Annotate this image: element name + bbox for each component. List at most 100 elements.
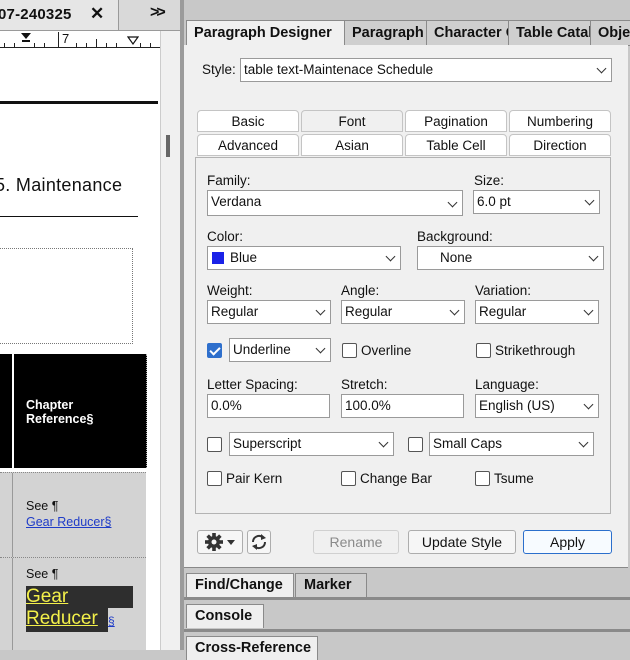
style-label: Style: [202, 62, 236, 77]
tab-paragraph-catalog[interactable]: Paragraph [344, 20, 427, 45]
stretch-value: 100.0% [345, 398, 391, 413]
link-end-marker: § [108, 614, 115, 628]
overline-label: Overline [361, 343, 412, 358]
size-label: Size: [474, 173, 505, 188]
subtab-numbering[interactable]: Numbering [509, 110, 611, 132]
subtab-basic[interactable]: Basic [197, 110, 299, 132]
change-bar-checkbox[interactable] [341, 471, 356, 486]
subtab-direction[interactable]: Direction [509, 134, 611, 156]
size-value: 6.0 pt [477, 194, 511, 209]
tab-table-catalog[interactable]: Table Catalog [508, 20, 591, 45]
cross-reference-link[interactable]: Gear Reducer§ [26, 515, 111, 529]
overflow-chevron-icon[interactable]: >> [150, 4, 166, 22]
color-swatch [212, 252, 224, 264]
underline-value: Underline [233, 342, 291, 357]
tsume-label: Tsume [494, 471, 534, 486]
superscript-value: Superscript [233, 436, 302, 451]
tsume-checkbox[interactable] [475, 471, 490, 486]
style-value: table text-Maintenace Schedule [244, 62, 434, 77]
tab-console[interactable]: Console [186, 604, 264, 628]
chevron-down-icon [447, 197, 458, 208]
settings-menu-button[interactable] [197, 530, 243, 554]
chevron-down-icon [583, 399, 594, 410]
small-caps-select[interactable]: Small Caps [429, 432, 594, 456]
chevron-down-icon [588, 251, 599, 262]
chevron-down-icon [378, 437, 389, 448]
dock-divider [184, 597, 630, 600]
stretch-label: Stretch: [341, 377, 388, 392]
family-select[interactable]: Verdana [207, 190, 463, 216]
tab-object[interactable]: Object [590, 20, 630, 45]
right-indent-marker-icon[interactable] [127, 36, 139, 46]
selected-cross-reference-link[interactable]: Gear Reducer [26, 586, 98, 630]
tab-marker[interactable]: Marker [295, 573, 367, 597]
subtab-advanced[interactable]: Advanced [197, 134, 299, 156]
close-icon[interactable]: ✕ [90, 4, 104, 24]
subtab-asian[interactable]: Asian [301, 134, 403, 156]
gear-icon [205, 533, 235, 551]
weight-label: Weight: [207, 283, 253, 298]
language-value: English (US) [479, 398, 555, 413]
small-caps-checkbox[interactable] [408, 437, 423, 452]
angle-select[interactable]: Regular [341, 300, 465, 324]
strikethrough-checkbox[interactable] [476, 343, 491, 358]
overline-checkbox[interactable] [342, 343, 357, 358]
table-column-divider [12, 354, 14, 468]
row-see-text: See ¶ [26, 499, 59, 513]
tab-cross-reference[interactable]: Cross-Reference [186, 636, 318, 660]
variation-label: Variation: [475, 283, 532, 298]
subtab-pagination[interactable]: Pagination [405, 110, 507, 132]
chevron-down-icon [583, 305, 594, 316]
refresh-icon [251, 534, 267, 550]
pair-kern-checkbox[interactable] [207, 471, 222, 486]
letter-spacing-input[interactable]: 0.0% [207, 394, 330, 418]
color-value: Blue [230, 250, 258, 265]
table-header-text: Chapter Reference§ [26, 398, 94, 426]
chevron-down-icon [584, 195, 595, 206]
chevron-down-icon [578, 437, 589, 448]
angle-value: Regular [345, 304, 393, 319]
color-select[interactable]: Blue [207, 246, 401, 270]
letter-spacing-label: Letter Spacing: [207, 377, 298, 392]
apply-button[interactable]: Apply [523, 530, 612, 554]
superscript-select[interactable]: Superscript [229, 432, 394, 456]
underline-checkbox[interactable] [207, 343, 222, 358]
chevron-down-icon [315, 305, 326, 316]
background-label: Background: [417, 229, 493, 244]
underline-select[interactable]: Underline [229, 338, 331, 362]
row-see-text: See ¶ [26, 567, 59, 581]
variation-select[interactable]: Regular [475, 300, 599, 324]
weight-select[interactable]: Regular [207, 300, 331, 324]
subtab-table-cell[interactable]: Table Cell [405, 134, 507, 156]
tab-find-change[interactable]: Find/Change [186, 573, 294, 597]
vertical-scrollbar[interactable] [160, 31, 180, 650]
tab-paragraph-designer[interactable]: Paragraph Designer [186, 20, 345, 47]
chevron-down-icon [315, 343, 326, 354]
superscript-checkbox[interactable] [207, 437, 222, 452]
pair-kern-label: Pair Kern [226, 471, 283, 486]
subtab-font[interactable]: Font [301, 110, 403, 132]
ruler-number: 7 [62, 31, 70, 46]
background-select[interactable]: None [417, 246, 604, 270]
scrollbar-thumb[interactable] [166, 135, 170, 157]
tab-stop-marker-icon[interactable] [20, 32, 32, 44]
style-select[interactable]: table text-Maintenace Schedule [240, 58, 612, 82]
refresh-button[interactable] [247, 530, 271, 554]
update-style-button[interactable]: Update Style [408, 530, 516, 554]
horizontal-ruler: 7 [0, 31, 160, 48]
heading-underline [0, 216, 138, 217]
color-label: Color: [207, 229, 244, 244]
small-caps-value: Small Caps [433, 436, 503, 451]
language-select[interactable]: English (US) [475, 394, 599, 418]
chevron-down-icon [596, 63, 607, 74]
family-label: Family: [207, 173, 251, 188]
chevron-down-icon [449, 305, 460, 316]
rename-button[interactable]: Rename [313, 530, 399, 554]
document-tab[interactable]: 07-240325 ✕ [0, 0, 119, 30]
stretch-input[interactable]: 100.0% [341, 394, 464, 418]
link-line: Reducer [26, 608, 98, 629]
tab-character-catalog[interactable]: Character Catalog [426, 20, 509, 45]
document-window: 07-240325 ✕ >> 7 5. Maintenance Chapter … [0, 0, 180, 650]
chevron-down-icon [385, 251, 396, 262]
size-select[interactable]: 6.0 pt [473, 190, 600, 214]
